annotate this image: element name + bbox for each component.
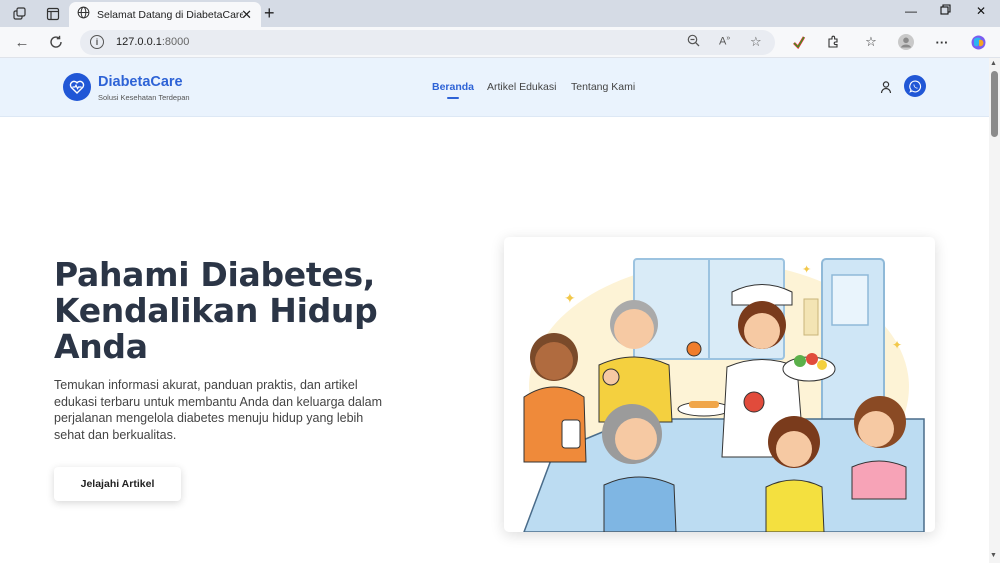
- brand-name[interactable]: DiabetaCare: [98, 74, 183, 90]
- close-window-icon[interactable]: ✕: [976, 4, 986, 18]
- browser-tab[interactable]: Selamat Datang di DiabetaCare ✕: [69, 2, 261, 27]
- nav-artikel-edukasi[interactable]: Artikel Edukasi: [487, 81, 556, 93]
- url-text: 127.0.0.1:8000: [116, 36, 190, 48]
- profile-avatar[interactable]: [897, 33, 915, 51]
- favorites-icon[interactable]: ☆: [862, 33, 880, 51]
- nav-active-indicator: [447, 97, 459, 99]
- zoom-icon[interactable]: [687, 34, 700, 50]
- globe-icon: [77, 6, 90, 24]
- new-tab-icon[interactable]: +: [264, 3, 275, 24]
- nav-beranda[interactable]: Beranda: [432, 81, 474, 93]
- workspaces-icon[interactable]: [11, 5, 29, 23]
- copilot-icon[interactable]: [969, 33, 987, 51]
- hero-illustration: ✦ ✦ ✦: [504, 237, 935, 532]
- extension-icon[interactable]: [790, 33, 808, 51]
- extensions-puzzle-icon[interactable]: [824, 33, 842, 51]
- svg-text:✦: ✦: [564, 290, 576, 306]
- page-viewport: DiabetaCare Solusi Kesehatan Terdepan Be…: [0, 58, 989, 563]
- svg-text:✦: ✦: [892, 338, 902, 352]
- hero-title: Pahami Diabetes, Kendalikan Hidup Anda: [54, 255, 378, 366]
- explore-articles-button[interactable]: Jelajahi Artikel: [54, 467, 181, 501]
- site-header: DiabetaCare Solusi Kesehatan Terdepan Be…: [0, 58, 989, 117]
- scroll-up-icon[interactable]: ▲: [990, 60, 997, 67]
- restore-icon[interactable]: [940, 4, 951, 18]
- read-aloud-icon[interactable]: A»: [719, 35, 730, 48]
- address-bar[interactable]: i 127.0.0.1:8000 A» ☆: [80, 30, 775, 55]
- minimize-icon[interactable]: —: [905, 4, 917, 18]
- user-icon[interactable]: [879, 80, 893, 94]
- close-tab-icon[interactable]: ✕: [241, 7, 252, 23]
- scrollbar-thumb[interactable]: [991, 71, 998, 137]
- heart-pulse-icon[interactable]: [63, 73, 91, 101]
- site-info-icon[interactable]: i: [90, 35, 104, 49]
- scroll-down-icon[interactable]: ▼: [990, 552, 997, 559]
- nav-tentang-kami[interactable]: Tentang Kami: [571, 81, 635, 93]
- favorite-star-icon[interactable]: ☆: [750, 34, 762, 50]
- browser-toolbar: ← i 127.0.0.1:8000 A» ☆ ☆ ···: [0, 27, 1000, 58]
- hero-subtitle: Temukan informasi akurat, panduan prakti…: [54, 378, 382, 442]
- browser-tab-strip: Selamat Datang di DiabetaCare ✕ + — ✕: [0, 0, 1000, 27]
- back-icon[interactable]: ←: [13, 33, 31, 51]
- tab-actions-icon[interactable]: [44, 5, 62, 23]
- brand-tagline: Solusi Kesehatan Terdepan: [98, 93, 190, 102]
- page-scrollbar[interactable]: ▲ ▼: [989, 58, 1000, 563]
- tab-title: Selamat Datang di DiabetaCare: [97, 8, 243, 21]
- more-menu-icon[interactable]: ···: [933, 33, 951, 51]
- whatsapp-icon[interactable]: [904, 75, 926, 97]
- refresh-icon[interactable]: [47, 33, 65, 51]
- svg-text:✦: ✦: [802, 264, 811, 276]
